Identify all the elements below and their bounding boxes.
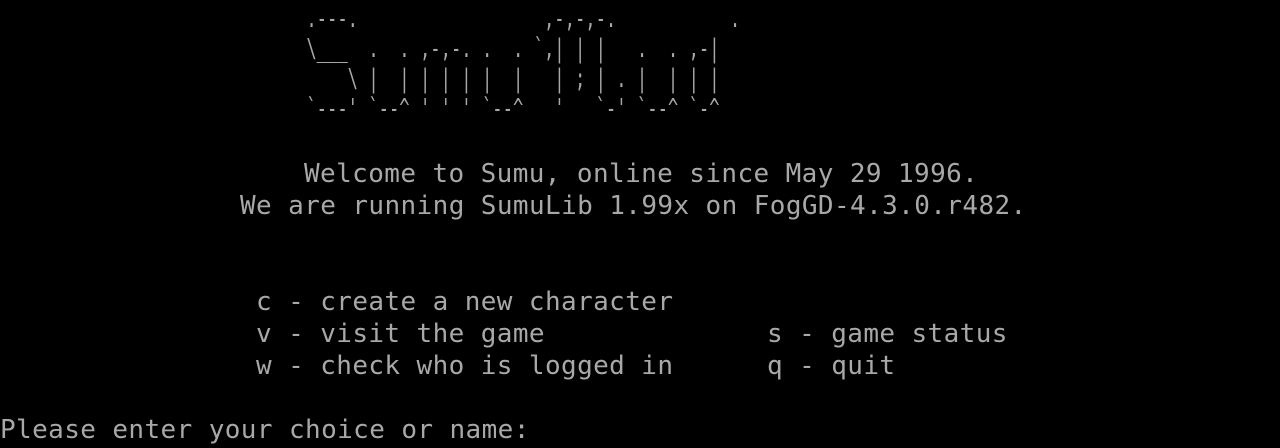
menu-option-visit[interactable]: v - visit the game — [256, 318, 545, 350]
menu-option-quit[interactable]: q - quit — [767, 350, 895, 382]
terminal-screen: .---. ,-,-,-. . \___ . . ,-,-. . . `,| |… — [0, 0, 1280, 448]
menu-option-create[interactable]: c - create a new character — [256, 286, 673, 318]
input-prompt[interactable]: Please enter your choice or name: — [0, 414, 530, 446]
sumumud-ascii-logo: .---. ,-,-,-. . \___ . . ,-,-. . . `,| |… — [306, 4, 741, 124]
menu-option-status[interactable]: s - game status — [767, 318, 1008, 350]
menu-option-who[interactable]: w - check who is logged in — [256, 350, 673, 382]
server-info-text: We are running SumuLib 1.99x on FogGD-4.… — [240, 191, 1027, 221]
welcome-text: Welcome to Sumu, online since May 29 199… — [304, 159, 979, 189]
